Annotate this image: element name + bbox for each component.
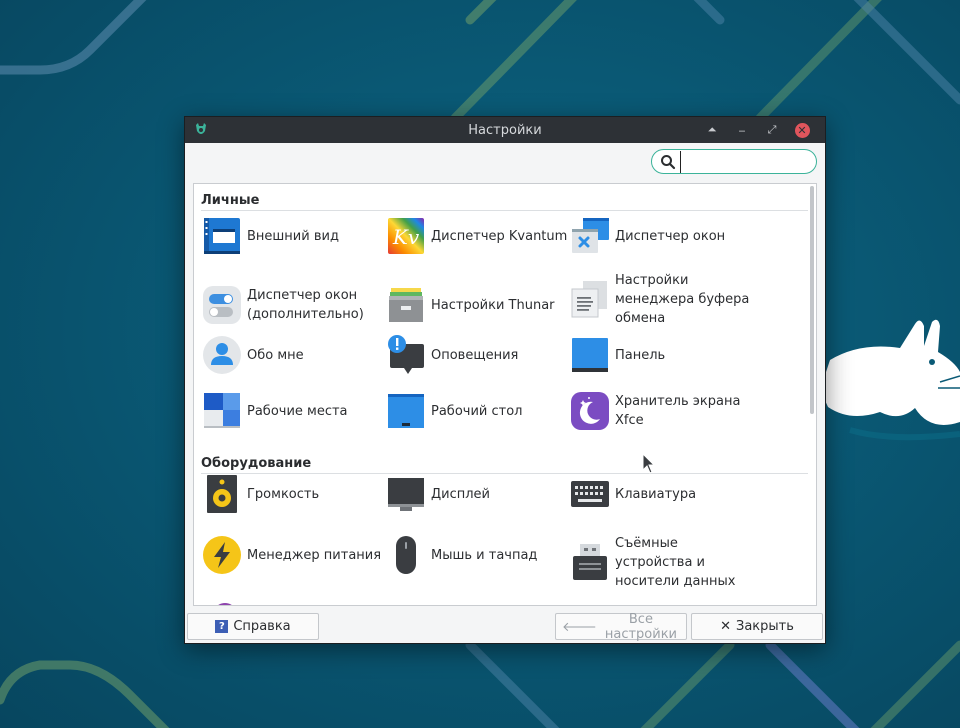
search-input[interactable] — [680, 150, 813, 173]
xfce-mouse-mascot — [823, 319, 960, 441]
dialog-footer: ? Справка 🡐 Все настройки ✕ Закрыть — [185, 609, 825, 643]
clipboard-icon — [571, 281, 607, 318]
search-bar — [185, 143, 825, 181]
settings-item-appearance[interactable]: Внешний вид — [201, 213, 385, 259]
display-icon — [388, 478, 424, 511]
settings-item-label: Рабочие места — [247, 403, 348, 419]
window-titlebar[interactable]: Настройки ⏶ ‒ ⤢ ✕ — [185, 117, 825, 143]
panel-icon — [572, 338, 608, 372]
settings-item-screensaver[interactable]: Хранитель экрана Xfce — [569, 384, 753, 438]
close-icon: ✕ — [794, 122, 810, 138]
minimize-icon: ‒ — [738, 123, 746, 137]
settings-item-label: Хранитель экрана Xfce — [615, 394, 741, 428]
xfce-settings-app-icon — [196, 123, 206, 134]
settings-item-desktop[interactable]: Рабочий стол — [385, 388, 569, 434]
settings-item-panel[interactable]: Панель — [569, 332, 753, 378]
settings-item-label: Съёмные устройства и носители данных — [615, 535, 736, 589]
settings-item-label: Настройки Thunar — [431, 297, 555, 313]
close-x-icon: ✕ — [720, 619, 731, 634]
scrollbar[interactable] — [810, 186, 814, 414]
settings-item-removable-drives[interactable]: Съёмные устройства и носители данных — [569, 528, 753, 596]
settings-item-label: Рабочий стол — [431, 403, 523, 419]
settings-item-window-manager[interactable]: Диспетчер окон — [569, 213, 753, 259]
speaker-icon — [207, 475, 237, 513]
mouse-icon — [396, 536, 416, 574]
settings-item-notifications[interactable]: Оповещения — [385, 332, 569, 378]
settings-item-clipboard[interactable]: Настройки менеджера буфера обмена — [569, 266, 753, 332]
arrow-left-icon: 🡐 — [562, 619, 597, 635]
minimize-button[interactable]: ‒ — [727, 121, 757, 139]
all-settings-button-label: Все настройки — [604, 611, 678, 642]
shade-button[interactable]: ⏶ — [697, 121, 727, 139]
settings-item-label: Дисплей — [431, 486, 491, 502]
close-window-button[interactable]: ✕ — [787, 121, 817, 139]
settings-manager-window: Настройки ⏶ ‒ ⤢ ✕ Личные Внешний вид Kv … — [184, 116, 826, 644]
thunar-icon — [389, 288, 423, 322]
section-title-personal: Личные — [201, 193, 260, 208]
about-me-icon — [203, 336, 241, 374]
section-divider — [201, 210, 808, 211]
kvantum-icon: Kv — [388, 218, 424, 254]
settings-item-volume[interactable]: Громкость — [201, 471, 385, 517]
settings-item-label: Мышь и тачпад — [431, 547, 538, 563]
settings-item-label: Громкость — [247, 486, 320, 502]
help-icon: ? — [215, 620, 229, 633]
appearance-icon — [204, 218, 240, 254]
settings-item-keyboard[interactable]: Клавиатура — [569, 471, 753, 517]
settings-item-window-manager-tweaks[interactable]: Диспетчер окон (дополнительно) — [201, 276, 385, 334]
window-manager-tweaks-icon — [203, 286, 241, 324]
settings-item-label: Диспетчер окон — [615, 228, 726, 244]
removable-drive-icon — [573, 544, 607, 580]
settings-item-label: Диспетчер окон (дополнительно) — [247, 288, 364, 322]
settings-item-thunar[interactable]: Настройки Thunar — [385, 276, 569, 334]
settings-list: Личные Внешний вид Kv Диспетчер Kvantum … — [193, 183, 817, 606]
settings-item-label: Обо мне — [247, 347, 304, 363]
all-settings-button[interactable]: 🡐 Все настройки — [555, 611, 687, 642]
notifications-icon — [388, 335, 424, 374]
power-icon — [203, 536, 241, 574]
settings-item-label: Настройки менеджера буфера обмена — [615, 272, 750, 326]
close-button-label: Закрыть — [736, 619, 794, 634]
settings-item-label: Внешний вид — [247, 228, 339, 244]
settings-item-label: Панель — [615, 347, 666, 363]
maximize-button[interactable]: ⤢ — [757, 121, 787, 139]
settings-item-mouse[interactable]: Мышь и тачпад — [385, 532, 569, 578]
maximize-icon: ⤢ — [767, 123, 777, 136]
svg-text:Kv: Kv — [392, 225, 420, 249]
desktop-icon — [388, 394, 424, 428]
mouse-cursor — [642, 453, 656, 474]
keyboard-icon — [571, 481, 609, 507]
next-row-icon-partial — [218, 603, 232, 605]
settings-item-label: Клавиатура — [615, 486, 697, 502]
settings-item-power-manager[interactable]: Менеджер питания — [201, 532, 385, 578]
shade-icon: ⏶ — [707, 123, 717, 136]
screensaver-icon — [571, 392, 609, 430]
section-title-hardware: Оборудование — [201, 456, 312, 471]
settings-item-kvantum[interactable]: Kv Диспетчер Kvantum — [385, 213, 569, 259]
workspaces-icon — [204, 393, 240, 428]
settings-item-label: Менеджер питания — [247, 547, 382, 563]
search-field[interactable] — [651, 149, 817, 174]
settings-item-workspaces[interactable]: Рабочие места — [201, 388, 385, 434]
settings-item-display[interactable]: Дисплей — [385, 471, 569, 517]
help-button-label: Справка — [233, 619, 291, 634]
window-manager-icon — [572, 218, 609, 253]
settings-item-label: Диспетчер Kvantum — [431, 228, 568, 244]
settings-item-about-me[interactable]: Обо мне — [201, 332, 385, 378]
close-button[interactable]: ✕ Закрыть — [691, 613, 823, 640]
search-icon — [661, 154, 676, 169]
settings-item-label: Оповещения — [431, 347, 519, 363]
help-button[interactable]: ? Справка — [187, 613, 319, 640]
